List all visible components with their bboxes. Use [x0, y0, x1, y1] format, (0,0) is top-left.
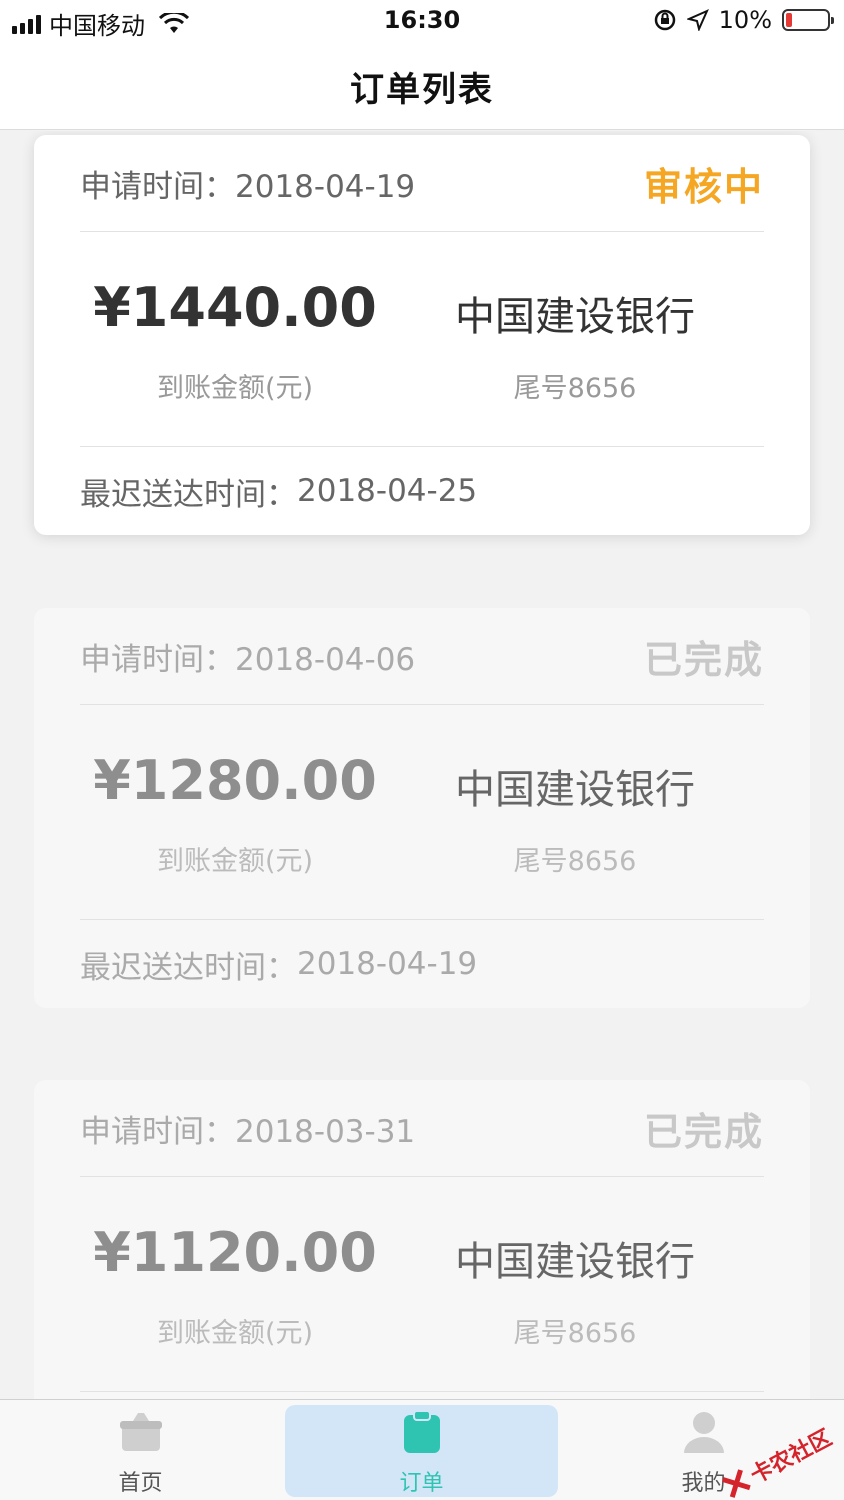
status-badge: 已完成 [643, 637, 764, 682]
tab-label: 首页 [118, 1471, 163, 1496]
amount-value: ¥1120.00 [93, 1221, 377, 1284]
order-body: ¥1280.00 到账金额(元) 中国建设银行 尾号8656 [80, 705, 764, 920]
status-bar: 中国移动 16:30 10% [0, 0, 844, 44]
battery-percent: 10% [718, 6, 772, 34]
deadline: 最迟送达时间： 2018-04-25 [80, 473, 478, 513]
tab-label: 我的 [681, 1471, 726, 1496]
amount-label: 到账金额(元) [156, 846, 314, 877]
apply-time: 申请时间：2018-04-19 [80, 168, 416, 205]
orientation-lock-icon [654, 9, 675, 31]
status-badge: 已完成 [643, 1109, 764, 1154]
order-header: 申请时间：2018-03-31 已完成 [80, 1080, 764, 1177]
status-badge: 审核中 [643, 164, 764, 209]
order-header: 申请时间：2018-04-06 已完成 [80, 608, 764, 705]
tab-orders[interactable]: 订单 [285, 1405, 558, 1497]
bank-name: 中国建设银行 [455, 1239, 695, 1285]
apply-time: 申请时间：2018-03-31 [80, 1113, 416, 1150]
tab-home[interactable]: 首页 [0, 1400, 281, 1500]
card-tail-number: 尾号8656 [513, 846, 637, 877]
amount-value: ¥1280.00 [93, 749, 377, 812]
status-icons: 10% [653, 6, 834, 34]
apply-time: 申请时间：2018-04-06 [80, 641, 416, 678]
order-card[interactable]: 申请时间：2018-03-31 已完成 ¥1120.00 到账金额(元) 中国建… [34, 1080, 810, 1399]
nav-bar: 订单列表 [0, 44, 844, 130]
battery-icon [782, 9, 834, 31]
bank-name: 中国建设银行 [455, 767, 695, 813]
order-body: ¥1440.00 到账金额(元) 中国建设银行 尾号8656 [80, 232, 764, 447]
amount-value: ¥1440.00 [93, 276, 377, 339]
order-body: ¥1120.00 到账金额(元) 中国建设银行 尾号8656 [80, 1177, 764, 1392]
tab-bar: 首页 订单 我的 卡农社区 [0, 1399, 844, 1500]
amount-label: 到账金额(元) [156, 1318, 314, 1349]
tab-label: 订单 [399, 1471, 444, 1496]
order-card[interactable]: 申请时间：2018-04-19 审核中 ¥1440.00 到账金额(元) 中国建… [34, 135, 810, 535]
order-list[interactable]: 申请时间：2018-04-19 审核中 ¥1440.00 到账金额(元) 中国建… [0, 131, 844, 1399]
order-card[interactable]: 申请时间：2018-04-06 已完成 ¥1280.00 到账金额(元) 中国建… [34, 608, 810, 1008]
amount-label: 到账金额(元) [156, 373, 314, 404]
location-icon [686, 9, 709, 31]
clipboard-icon [403, 1410, 440, 1453]
user-icon [683, 1412, 724, 1453]
page-title: 订单列表 [350, 70, 494, 110]
order-header: 申请时间：2018-04-19 审核中 [80, 135, 764, 232]
home-icon [119, 1413, 162, 1451]
deadline: 最迟送达时间： 2018-04-19 [80, 946, 478, 986]
card-tail-number: 尾号8656 [513, 1318, 637, 1349]
bank-name: 中国建设银行 [455, 294, 695, 340]
card-tail-number: 尾号8656 [513, 373, 637, 404]
